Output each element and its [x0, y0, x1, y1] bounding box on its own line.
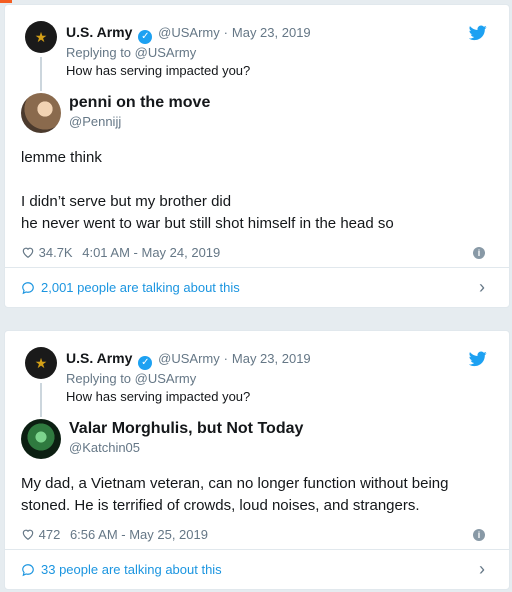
us-army-avatar[interactable]: ★ [25, 347, 57, 379]
author-handle[interactable]: @Katchin05 [69, 439, 140, 457]
info-icon[interactable]: i [473, 247, 485, 259]
chevron-right-icon: › [479, 559, 485, 579]
replying-to[interactable]: Replying to @USArmy [66, 370, 493, 388]
author-name[interactable]: Valar Morghulis, but Not Today [69, 419, 303, 439]
heart-icon[interactable] [21, 245, 35, 259]
top-accent-bar [0, 0, 12, 3]
tweet-meta: 34.7K 4:01 AM - May 24, 2019 i [5, 243, 509, 263]
tweet-paragraph: he never went to war but still shot hims… [21, 215, 394, 232]
tweet-author[interactable]: penni on the move @Pennijj [5, 93, 509, 143]
tweet-text: lemme think I didn’t serve but my brothe… [5, 147, 509, 235]
tweet-timestamp[interactable]: 4:01 AM - May 24, 2019 [82, 245, 220, 260]
army-star-icon: ★ [34, 355, 48, 371]
tweet-timestamp[interactable]: 6:56 AM - May 25, 2019 [70, 527, 208, 542]
us-army-avatar[interactable]: ★ [25, 21, 57, 53]
talking-text: 33 people are talking about this [41, 562, 222, 577]
talking-text: 2,001 people are talking about this [41, 280, 240, 295]
twitter-bird-icon[interactable] [469, 25, 487, 41]
heart-icon[interactable] [21, 527, 35, 541]
author-handle[interactable]: @Pennijj [69, 113, 121, 131]
talking-about-link[interactable]: 2,001 people are talking about this › [5, 267, 509, 307]
tweet-paragraph: My dad, a Vietnam veteran, can no longer… [21, 475, 449, 514]
thread-line [40, 383, 42, 417]
like-count[interactable]: 34.7K [39, 245, 73, 260]
like-count[interactable]: 472 [39, 527, 61, 542]
talking-about-link[interactable]: 33 people are talking about this › [5, 549, 509, 589]
separator: · [223, 25, 228, 40]
tweet-card[interactable]: ★ U.S. Army ✓ @USArmy · May 23, 2019 Rep… [4, 330, 510, 590]
author-avatar[interactable] [21, 93, 61, 133]
quoted-text: How has serving impacted you? [66, 389, 251, 404]
verified-badge-icon: ✓ [138, 356, 153, 370]
speech-bubble-icon [22, 281, 34, 294]
quoted-date[interactable]: May 23, 2019 [232, 351, 311, 366]
quoted-text: How has serving impacted you? [66, 63, 251, 78]
author-name[interactable]: penni on the move [69, 93, 210, 113]
tweet-card[interactable]: ★ U.S. Army ✓ @USArmy · May 23, 2019 Rep… [4, 4, 510, 308]
separator: · [223, 351, 228, 366]
quoted-tweet[interactable]: ★ U.S. Army ✓ @USArmy · May 23, 2019 Rep… [5, 331, 509, 417]
chevron-right-icon: › [479, 277, 485, 297]
speech-bubble-icon [22, 563, 34, 576]
quoted-author-handle[interactable]: @USArmy [158, 351, 220, 366]
thread-line [40, 57, 42, 91]
author-avatar[interactable] [21, 419, 61, 459]
tweet-paragraph: I didn’t serve but my brother did [21, 193, 232, 210]
quoted-author-name[interactable]: U.S. Army [66, 24, 132, 40]
tweet-text: My dad, a Vietnam veteran, can no longer… [5, 473, 509, 517]
tweet-author[interactable]: Valar Morghulis, but Not Today @Katchin0… [5, 419, 509, 469]
twitter-bird-icon[interactable] [469, 351, 487, 367]
quoted-author-name[interactable]: U.S. Army [66, 350, 132, 366]
info-icon[interactable]: i [473, 529, 485, 541]
quoted-date[interactable]: May 23, 2019 [232, 25, 311, 40]
verified-badge-icon: ✓ [138, 30, 153, 44]
quoted-tweet[interactable]: ★ U.S. Army ✓ @USArmy · May 23, 2019 Rep… [5, 5, 509, 91]
tweet-paragraph: lemme think [21, 149, 102, 166]
tweet-meta: 472 6:56 AM - May 25, 2019 i [5, 525, 509, 545]
army-star-icon: ★ [34, 29, 48, 45]
quoted-author-handle[interactable]: @USArmy [158, 25, 220, 40]
replying-to[interactable]: Replying to @USArmy [66, 44, 493, 62]
